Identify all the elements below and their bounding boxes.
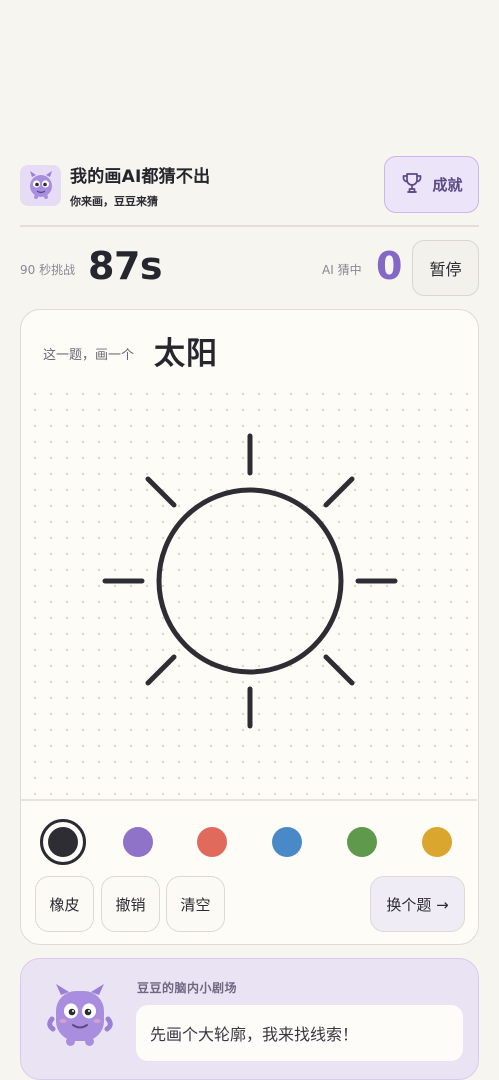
sun-body-stroke xyxy=(156,487,344,675)
app-title: 我的画AI都猜不出 xyxy=(70,166,211,187)
timer-value: 87s xyxy=(88,244,163,288)
card-divider xyxy=(21,799,477,801)
monster-mascot-icon xyxy=(20,164,61,206)
drawing-canvas[interactable] xyxy=(21,380,477,800)
achievements-label: 成就 xyxy=(432,176,463,194)
buddy-panel: 豆豆的脑内小剧场 先画个大轮廓，我来找线索！ xyxy=(20,958,479,1080)
color-swatch-purple[interactable] xyxy=(123,827,153,857)
achievements-button[interactable]: 成就 xyxy=(384,156,479,213)
monster-mascot-icon xyxy=(45,981,115,1055)
color-swatch-yellow[interactable] xyxy=(422,827,452,857)
trophy-icon xyxy=(400,171,424,199)
swatch-fill xyxy=(48,827,78,857)
color-palette xyxy=(21,818,477,866)
app-titles: 我的画AI都猜不出 你来画，豆豆来猜 xyxy=(70,162,210,209)
ai-guessed-label: AI 猜中 xyxy=(322,263,362,277)
clear-button[interactable]: 清空 xyxy=(166,876,225,932)
color-swatch-blue[interactable] xyxy=(272,827,302,857)
next-prompt-button[interactable]: 换个题 → xyxy=(370,876,465,932)
buddy-message: 先画个大轮廓，我来找线索！ xyxy=(150,1025,359,1044)
header-divider xyxy=(20,225,479,227)
sun-ray-stroke xyxy=(323,476,355,508)
sun-ray-stroke xyxy=(145,476,177,508)
color-swatch-red[interactable] xyxy=(197,827,227,857)
prompt-prefix: 这一题，画一个 xyxy=(43,348,135,363)
ai-guessed-count: 0 xyxy=(376,244,403,288)
app-subtitle: 你来画，豆豆来猜 xyxy=(70,194,158,208)
app-screen: 我的画AI都猜不出 你来画，豆豆来猜 成就 90 秒挑战 87s AI 猜中 0… xyxy=(0,0,499,1080)
pause-button[interactable]: 暂停 xyxy=(412,240,479,296)
prompt-word: 太阳 xyxy=(154,336,218,372)
color-swatch-black[interactable] xyxy=(40,819,86,865)
challenge-label: 90 秒挑战 xyxy=(20,263,76,277)
sun-ray-stroke xyxy=(145,654,177,686)
eraser-button[interactable]: 橡皮 xyxy=(35,876,94,932)
app-header: 我的画AI都猜不出 你来画，豆豆来猜 成就 xyxy=(20,156,479,214)
color-swatch-green[interactable] xyxy=(347,827,377,857)
buddy-label: 豆豆的脑内小剧场 xyxy=(137,981,238,995)
tool-bar: 橡皮 撤销 清空 换个题 → xyxy=(21,876,477,932)
buddy-speech-bubble: 先画个大轮廓，我来找线索！ xyxy=(136,1005,463,1061)
undo-button[interactable]: 撤销 xyxy=(101,876,160,932)
sun-drawing xyxy=(102,433,398,729)
stats-bar: 90 秒挑战 87s AI 猜中 0 暂停 xyxy=(20,240,479,296)
drawing-card: 这一题，画一个 太阳 橡皮 撤销 清空 换个题 → xyxy=(20,309,479,945)
sun-ray-stroke xyxy=(323,654,355,686)
